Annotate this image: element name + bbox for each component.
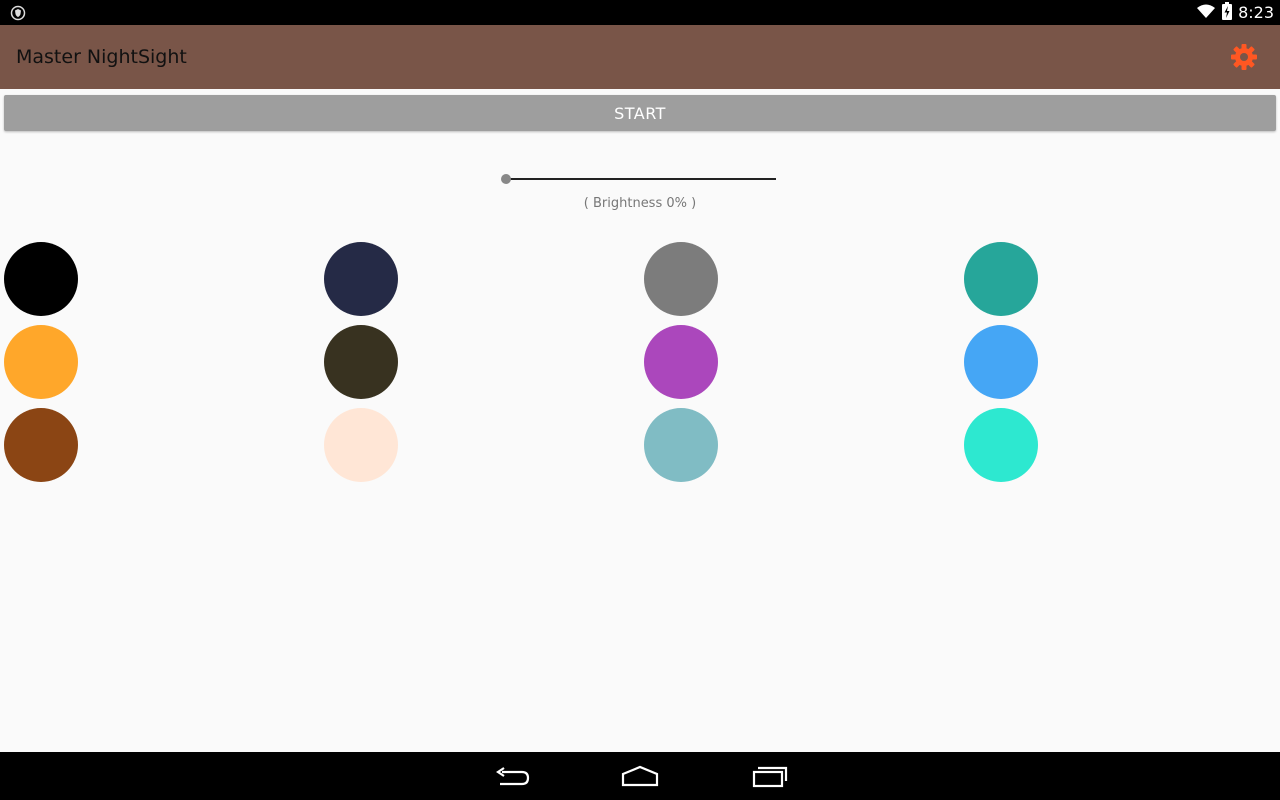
color-swatch[interactable] <box>644 242 718 316</box>
navigation-bar <box>0 752 1280 800</box>
slider-thumb[interactable] <box>501 174 511 184</box>
color-swatch[interactable] <box>324 408 398 482</box>
recents-button[interactable] <box>750 764 790 790</box>
shield-icon <box>10 5 26 21</box>
wifi-icon <box>1196 3 1216 23</box>
color-swatch[interactable] <box>644 408 718 482</box>
settings-button[interactable] <box>1230 43 1258 71</box>
color-swatch[interactable] <box>964 325 1038 399</box>
gear-icon <box>1231 44 1257 70</box>
home-button[interactable] <box>620 764 660 790</box>
status-time: 8:23 <box>1238 3 1274 22</box>
app-title: Master NightSight <box>16 46 187 68</box>
slider-track <box>506 178 776 180</box>
color-swatch[interactable] <box>964 408 1038 482</box>
color-swatch[interactable] <box>644 325 718 399</box>
color-swatch[interactable] <box>4 408 78 482</box>
status-indicators: 8:23 <box>1196 0 1274 25</box>
color-swatch-grid <box>4 242 1280 491</box>
color-swatch-row <box>4 325 1280 408</box>
back-icon <box>496 767 530 786</box>
back-button[interactable] <box>492 764 532 790</box>
app-bar: Master NightSight <box>0 25 1280 89</box>
color-swatch[interactable] <box>324 242 398 316</box>
color-swatch[interactable] <box>4 325 78 399</box>
color-swatch-row <box>4 408 1280 491</box>
color-swatch[interactable] <box>964 242 1038 316</box>
home-icon <box>621 765 659 787</box>
recents-icon <box>752 766 788 788</box>
color-swatch-row <box>4 242 1280 325</box>
battery-charging-icon <box>1222 1 1233 24</box>
brightness-label: ( Brightness 0% ) <box>583 196 697 211</box>
color-swatch[interactable] <box>324 325 398 399</box>
app-screen: 8:23 Master NightSight START ( Brightnes… <box>0 0 1280 800</box>
start-button[interactable]: START <box>4 95 1276 131</box>
brightness-slider[interactable] <box>500 170 780 188</box>
status-bar: 8:23 <box>0 0 1280 25</box>
color-swatch[interactable] <box>4 242 78 316</box>
